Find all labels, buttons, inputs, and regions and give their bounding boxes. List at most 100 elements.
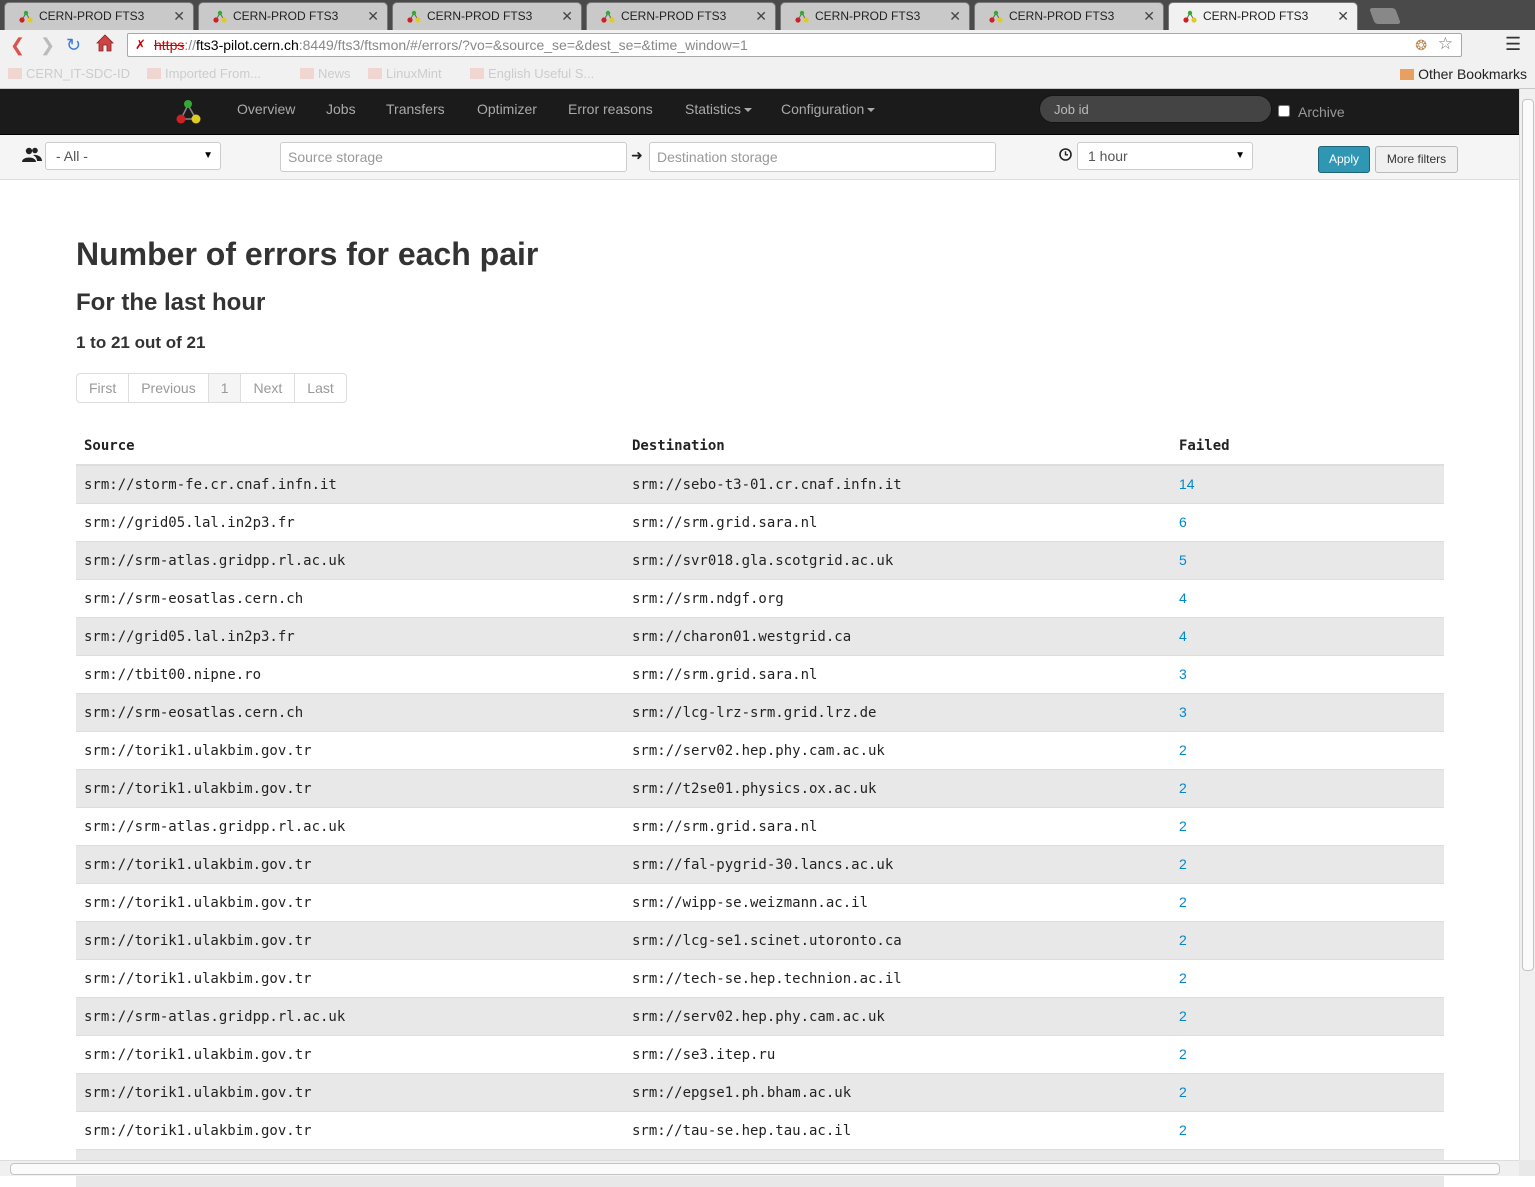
destination-cell: srm://charon01.westgrid.ca [624,618,1171,656]
browser-tab[interactable]: CERN-PROD FTS3✕ [198,2,388,30]
nav-configuration-dropdown[interactable]: Configuration [781,101,875,117]
archive-checkbox[interactable] [1278,105,1290,117]
address-bar[interactable]: ✗ https://fts3-pilot.cern.ch:8449/fts3/f… [127,33,1462,57]
failed-count-link[interactable]: 3 [1179,704,1187,720]
source-cell: srm://torik1.ulakbim.gov.tr [76,846,624,884]
source-cell: srm://torik1.ulakbim.gov.tr [76,1112,624,1150]
failed-cell: 2 [1171,1074,1444,1112]
failed-count-link[interactable]: 6 [1179,514,1187,530]
header-source[interactable]: Source [76,428,624,465]
time-window-select[interactable]: 1 hour ▼ [1077,142,1253,170]
browser-tab[interactable]: CERN-PROD FTS3✕ [4,2,194,30]
pagination-first[interactable]: First [77,374,129,402]
failed-count-link[interactable]: 2 [1179,1046,1187,1062]
browser-tab[interactable]: CERN-PROD FTS3✕ [586,2,776,30]
pagination-next[interactable]: Next [241,374,295,402]
new-tab-button[interactable] [1369,8,1401,24]
back-icon[interactable]: ❮ [10,35,25,56]
table-row: srm://torik1.ulakbim.gov.trsrm://tech-se… [76,960,1444,998]
page-subtitle: For the last hour [76,289,265,317]
destination-cell: srm://serv02.hep.phy.cam.ac.uk [624,732,1171,770]
destination-storage-input[interactable] [649,142,996,172]
failed-count-link[interactable]: 2 [1179,970,1187,986]
vertical-scroll-thumb[interactable] [1522,99,1534,971]
fts-favicon-icon [795,10,809,24]
close-tab-icon[interactable]: ✕ [1143,3,1155,29]
failed-cell: 2 [1171,846,1444,884]
nav-transfers[interactable]: Transfers [386,101,445,117]
nav-error-reasons[interactable]: Error reasons [568,101,653,117]
bookmark-item[interactable]: News [300,66,351,81]
failed-count-link[interactable]: 2 [1179,818,1187,834]
destination-cell: srm://lcg-lrz-srm.grid.lrz.de [624,694,1171,732]
close-tab-icon[interactable]: ✕ [755,3,767,29]
failed-count-link[interactable]: 2 [1179,1084,1187,1100]
pagination-page-1[interactable]: 1 [209,374,242,402]
clock-icon [1059,148,1072,161]
home-icon[interactable] [95,33,115,58]
job-id-search-input[interactable] [1039,95,1272,123]
source-storage-input[interactable] [280,142,627,172]
table-row: srm://srm-eosatlas.cern.chsrm://lcg-lrz-… [76,694,1444,732]
nav-optimizer[interactable]: Optimizer [477,101,537,117]
table-row: srm://storm-fe.cr.cnaf.infn.itsrm://sebo… [76,465,1444,504]
destination-cell: srm://serv02.hep.phy.cam.ac.uk [624,998,1171,1036]
browser-tab[interactable]: CERN-PROD FTS3✕ [1168,2,1358,30]
nav-statistics-dropdown[interactable]: Statistics [685,101,752,117]
nav-statistics-label: Statistics [685,101,741,117]
browser-tab[interactable]: CERN-PROD FTS3✕ [392,2,582,30]
folder-icon [147,68,161,79]
browser-tab[interactable]: CERN-PROD FTS3✕ [780,2,970,30]
reload-icon[interactable]: ↻ [66,35,81,56]
table-row: srm://srm-atlas.gridpp.rl.ac.uksrm://svr… [76,542,1444,580]
failed-count-link[interactable]: 5 [1179,552,1187,568]
horizontal-scroll-thumb[interactable] [10,1163,1500,1175]
bookmark-item[interactable]: CERN_IT-SDC-ID [8,66,130,81]
apply-button[interactable]: Apply [1318,146,1370,173]
failed-count-link[interactable]: 4 [1179,590,1187,606]
failed-count-link[interactable]: 2 [1179,856,1187,872]
close-tab-icon[interactable]: ✕ [949,3,961,29]
folder-icon [8,68,22,79]
bookmark-star-icon[interactable]: ☆ [1438,33,1453,55]
header-destination[interactable]: Destination [624,428,1171,465]
failed-count-link[interactable]: 2 [1179,1008,1187,1024]
bookmark-item[interactable]: Imported From... [147,66,261,81]
browser-tab[interactable]: CERN-PROD FTS3✕ [974,2,1164,30]
forward-icon[interactable]: ❯ [40,35,55,56]
failed-count-link[interactable]: 2 [1179,894,1187,910]
more-filters-button[interactable]: More filters [1375,146,1458,173]
failed-count-link[interactable]: 4 [1179,628,1187,644]
close-tab-icon[interactable]: ✕ [1337,3,1349,29]
bookmark-item[interactable]: LinuxMint [368,66,442,81]
close-tab-icon[interactable]: ✕ [173,3,185,29]
extension-icon[interactable]: ❂ [1415,34,1427,56]
bookmark-item[interactable]: English Useful S... [470,66,594,81]
page-title: Number of errors for each pair [76,236,538,273]
pagination-previous[interactable]: Previous [129,374,208,402]
horizontal-scrollbar[interactable] [0,1160,1519,1176]
pagination-last[interactable]: Last [295,374,345,402]
url-host: fts3-pilot.cern.ch [196,37,299,53]
failed-count-link[interactable]: 2 [1179,1122,1187,1138]
caret-down-icon [744,108,752,112]
failed-count-link[interactable]: 14 [1179,476,1195,492]
select-arrow-icon: ▼ [203,143,213,169]
nav-jobs[interactable]: Jobs [326,101,356,117]
failed-count-link[interactable]: 3 [1179,666,1187,682]
source-cell: srm://torik1.ulakbim.gov.tr [76,1074,624,1112]
fts-favicon-icon [601,10,615,24]
browser-menu-icon[interactable]: ☰ [1505,34,1521,55]
nav-overview[interactable]: Overview [237,101,295,117]
failed-count-link[interactable]: 2 [1179,742,1187,758]
close-tab-icon[interactable]: ✕ [561,3,573,29]
header-failed[interactable]: Failed [1171,428,1444,465]
other-bookmarks[interactable]: Other Bookmarks [1400,66,1527,82]
vo-select[interactable]: - All - ▼ [45,142,221,170]
fts-logo-icon[interactable] [174,99,204,125]
failed-count-link[interactable]: 2 [1179,932,1187,948]
vertical-scrollbar[interactable] [1519,89,1535,1160]
source-cell: srm://storm-fe.cr.cnaf.infn.it [76,465,624,504]
failed-count-link[interactable]: 2 [1179,780,1187,796]
close-tab-icon[interactable]: ✕ [367,3,379,29]
